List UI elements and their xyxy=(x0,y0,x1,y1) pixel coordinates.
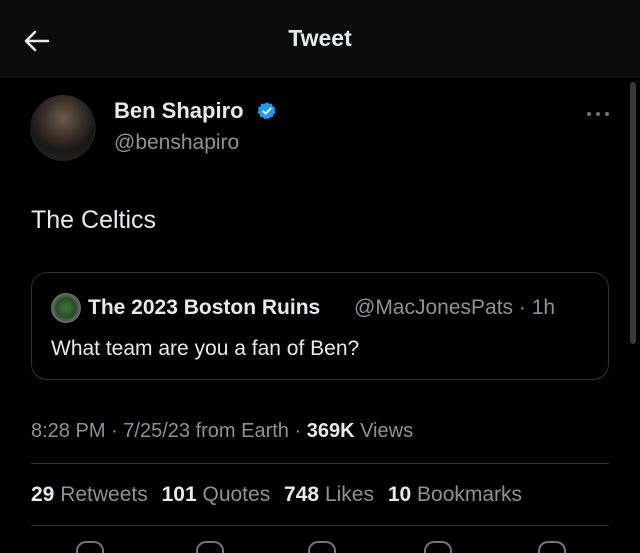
meta-separator: · xyxy=(111,420,124,442)
tweet-source: from Earth xyxy=(195,420,289,442)
meta-separator: · xyxy=(294,420,307,442)
top-bar: Tweet xyxy=(0,0,640,78)
quote-text: What team are you a fan of Ben? xyxy=(51,337,360,360)
quoted-tweet[interactable]: The 2023 Boston Ruins @MacJonesPats · 1h… xyxy=(31,272,609,380)
avatar[interactable] xyxy=(30,95,96,161)
reply-icon[interactable] xyxy=(76,541,104,553)
likes-stat[interactable]: 748 Likes xyxy=(284,483,374,506)
retweet-icon[interactable] xyxy=(196,541,224,553)
author-name[interactable]: Ben Shapiro xyxy=(114,98,244,124)
quote-meta: @MacJonesPats · 1h xyxy=(354,296,555,320)
tweet-text: The Celtics xyxy=(31,206,157,234)
back-arrow-icon xyxy=(24,30,50,52)
page-title: Tweet xyxy=(288,25,352,51)
action-bar xyxy=(0,537,640,553)
quote-time: 1h xyxy=(531,296,556,319)
divider xyxy=(31,525,609,526)
more-options-button[interactable] xyxy=(584,104,612,124)
quote-handle: @MacJonesPats xyxy=(354,296,514,319)
like-icon[interactable] xyxy=(308,541,336,553)
tweet-meta: 8:28 PM · 7/25/23 from Earth · 369K View… xyxy=(31,420,413,443)
quote-avatar xyxy=(51,293,81,323)
quotes-stat[interactable]: 101 Quotes xyxy=(162,483,271,506)
scrollbar[interactable] xyxy=(630,82,636,344)
verified-badge-icon xyxy=(257,102,276,120)
quote-separator: · xyxy=(518,296,526,319)
retweets-stat[interactable]: 29 Retweets xyxy=(31,483,148,506)
back-button[interactable] xyxy=(18,25,54,57)
author-handle[interactable]: @benshapiro xyxy=(114,131,239,155)
more-options-icon xyxy=(587,112,609,116)
quote-author-name: The 2023 Boston Ruins xyxy=(88,296,321,319)
tweet-date[interactable]: 7/25/23 xyxy=(123,420,190,442)
engagement-stats: 29 Retweets 101 Quotes 748 Likes 10 Book… xyxy=(31,483,530,507)
bookmarks-stat[interactable]: 10 Bookmarks xyxy=(388,483,522,506)
share-icon[interactable] xyxy=(538,541,566,553)
bookmark-icon[interactable] xyxy=(424,541,452,553)
divider xyxy=(31,463,609,464)
views-label: Views xyxy=(360,420,414,442)
views-count: 369K xyxy=(306,420,355,442)
tweet-time[interactable]: 8:28 PM xyxy=(31,420,105,442)
